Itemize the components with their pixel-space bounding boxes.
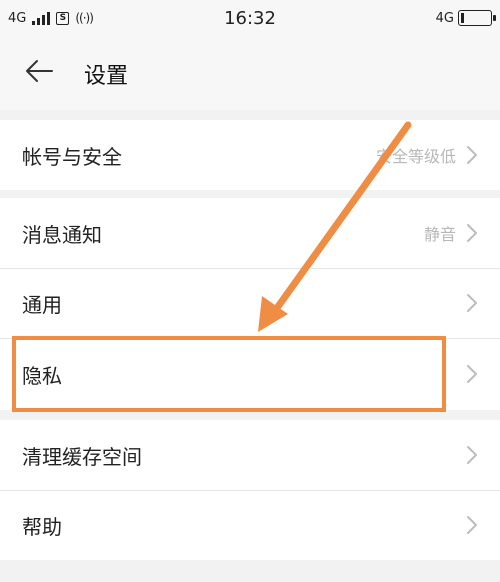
- settings-item-general[interactable]: 通用: [0, 268, 500, 338]
- chevron-right-icon: [467, 365, 477, 383]
- settings-item-privacy[interactable]: 隐私: [0, 338, 500, 410]
- status-right: 4G: [435, 8, 496, 28]
- settings-group-general: 消息通知 静音 通用 隐私: [0, 198, 500, 410]
- settings-item-label: 帐号与安全: [22, 144, 122, 169]
- chevron-right-icon: [467, 516, 477, 534]
- back-arrow-icon[interactable]: [24, 58, 54, 84]
- settings-item-label: 消息通知: [22, 222, 102, 247]
- chevron-right-icon: [467, 146, 477, 164]
- chevron-right-icon: [467, 224, 477, 242]
- settings-item-notifications[interactable]: 消息通知 静音: [0, 198, 500, 268]
- settings-item-label: 通用: [22, 292, 62, 317]
- settings-item-label: 帮助: [22, 514, 62, 539]
- notification-mode-value: 静音: [423, 225, 456, 244]
- chevron-right-icon: [467, 446, 477, 464]
- network-type-label-right: 4G: [435, 10, 454, 26]
- status-time: 16:32: [224, 8, 276, 29]
- settings-group-misc: 清理缓存空间 帮助: [0, 420, 500, 560]
- status-bar: 4G S ((·)) 16:32 4G: [0, 0, 500, 36]
- settings-item-help[interactable]: 帮助: [0, 490, 500, 560]
- settings-item-account-security[interactable]: 帐号与安全 安全等级低: [0, 120, 500, 190]
- settings-group-account: 帐号与安全 安全等级低: [0, 120, 500, 190]
- settings-item-label: 隐私: [22, 363, 62, 388]
- app-header: 设置: [0, 36, 500, 110]
- battery-level-fill: [461, 13, 464, 23]
- settings-item-clear-cache[interactable]: 清理缓存空间: [0, 420, 500, 490]
- chevron-right-icon: [467, 294, 477, 312]
- settings-item-label: 清理缓存空间: [22, 444, 142, 469]
- battery-icon: [458, 10, 496, 26]
- page-title: 设置: [84, 64, 129, 89]
- security-level-value: 安全等级低: [375, 147, 456, 166]
